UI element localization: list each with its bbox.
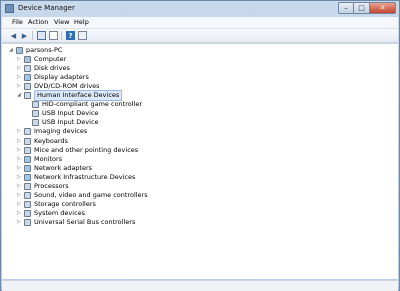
caption-buttons: – □ ✕ [338,2,396,15]
tree-item-label: Universal Serial Bus controllers [34,217,136,226]
tree-row[interactable]: ▷ Network adapters [2,164,392,173]
tree-item-label: Keyboards [34,136,68,145]
collapse-arrow-icon[interactable]: ◢ [17,91,23,100]
network-icon [24,164,31,172]
disk-drive-icon [24,65,31,73]
tree-row[interactable]: ▷ Computer [2,55,392,64]
menu-help[interactable]: Help [74,18,89,26]
maximize-button[interactable]: □ [354,2,370,14]
storage-icon [24,200,31,208]
expand-arrow-icon[interactable]: ▷ [17,200,23,209]
tree-item-label: USB Input Device [42,109,99,118]
tree-row[interactable]: ▷ Keyboards [2,137,392,146]
tree-row[interactable]: USB Input Device [2,109,392,118]
menu-bar: File Action View Help [2,17,398,29]
monitor-icon [24,155,31,163]
tree-row[interactable]: ▷ Disk drives [2,64,392,73]
status-bar [2,280,398,291]
expand-arrow-icon[interactable]: ▷ [17,55,23,64]
tree-row[interactable]: ▷ Processors [2,182,392,191]
keyboard-icon [24,137,31,145]
tree-row[interactable]: USB Input Device [2,118,392,127]
tree-item-label: USB Input Device [42,118,99,127]
forward-icon[interactable]: ▶ [20,31,29,40]
tree-item-label: Network adapters [34,163,93,172]
title-bar[interactable]: Device Manager – □ ✕ [1,1,399,17]
tree-row[interactable]: HID-compliant game controller [2,100,392,109]
window-title: Device Manager [18,4,75,12]
tree-item-label: HID-compliant game controller [42,100,143,109]
help-icon[interactable]: ? [66,31,75,40]
expand-arrow-icon[interactable]: ▷ [17,191,23,200]
computer-icon [24,56,31,64]
tree-item-label: Processors [34,181,69,190]
expand-arrow-icon[interactable]: ▷ [17,209,23,218]
computer-icon [16,47,23,54]
menu-file[interactable]: File [12,18,23,26]
properties-icon[interactable] [37,31,46,40]
back-icon[interactable]: ◀ [9,31,18,40]
tree-item-label: Disk drives [34,64,70,73]
list-icon[interactable] [49,31,58,40]
tree-item-label: Mice and other pointing devices [34,145,139,154]
device-tree: ◢ parsons-PC ▷ Computer ▷ Disk drives ▷ Display… [2,43,398,279]
expand-arrow-icon[interactable]: ▷ [17,173,23,182]
tree-row[interactable]: ▷ Mice and other pointing devices [2,146,392,155]
tree-row[interactable]: ◢ Human Interface Devices [2,90,392,102]
tree-item-label: Imaging devices [34,127,88,136]
expand-arrow-icon[interactable]: ▷ [17,218,23,227]
mouse-icon [24,146,31,154]
tree-row[interactable]: ▷ Display adapters [2,73,392,82]
tree-item-label: Monitors [34,154,63,163]
tree-item-label: parsons-PC [26,46,63,54]
expand-arrow-icon[interactable]: ▷ [17,127,23,136]
tree-item-label: Storage controllers [34,199,96,208]
tree-item-label: Computer [34,55,67,64]
tree-row[interactable]: ◢ parsons-PC [2,46,392,55]
hid-icon [24,92,31,100]
expand-arrow-icon[interactable]: ▷ [17,137,23,146]
tree-item-label: Network Infrastructure Devices [34,172,136,181]
expand-arrow-icon[interactable]: ▷ [17,146,23,155]
tree-item-label: System devices [34,208,86,217]
expand-arrow-icon[interactable]: ▷ [17,82,23,91]
menu-action[interactable]: Action [28,18,48,26]
dvd-icon [24,83,31,91]
expand-arrow-icon[interactable]: ▷ [17,182,23,191]
collapse-arrow-icon[interactable]: ◢ [9,46,15,55]
tree-row[interactable]: ▷ Universal Serial Bus controllers [2,218,392,227]
tree-row[interactable]: ▷ Storage controllers [2,200,392,209]
close-button[interactable]: ✕ [370,2,396,14]
hid-device-icon [32,110,39,118]
camera-icon [24,128,31,136]
minimize-button[interactable]: – [338,2,354,14]
device-manager-window: Device Manager – □ ✕ File Action View He… [0,0,400,291]
tree-item-label: Sound, video and game controllers [34,190,148,199]
expand-arrow-icon[interactable]: ▷ [17,73,23,82]
monitor-icon [24,74,31,82]
show-hidden-icon[interactable] [78,31,87,40]
expand-arrow-icon[interactable]: ▷ [17,155,23,164]
toolbar: ◀ ▶ ? [2,29,398,43]
expand-arrow-icon[interactable]: ▷ [17,64,23,73]
sound-icon [24,191,31,199]
processor-icon [24,182,31,190]
menu-view[interactable]: View [54,18,69,26]
system-icon [24,209,31,217]
hid-device-icon [32,119,39,127]
tree-row[interactable]: ▷ System devices [2,209,392,218]
tree-row[interactable]: ▷ Network Infrastructure Devices [2,173,392,182]
device-manager-icon [5,4,14,13]
hid-device-icon [32,101,39,109]
tree-row[interactable]: ▷ Sound, video and game controllers [2,191,392,200]
expand-arrow-icon[interactable]: ▷ [17,164,23,173]
tree-row[interactable]: ▷ Imaging devices [2,127,392,136]
tree-row[interactable]: ▷ Monitors [2,155,392,164]
tree-item-label: Display adapters [34,73,89,82]
usb-icon [24,218,31,226]
network-icon [24,173,31,181]
